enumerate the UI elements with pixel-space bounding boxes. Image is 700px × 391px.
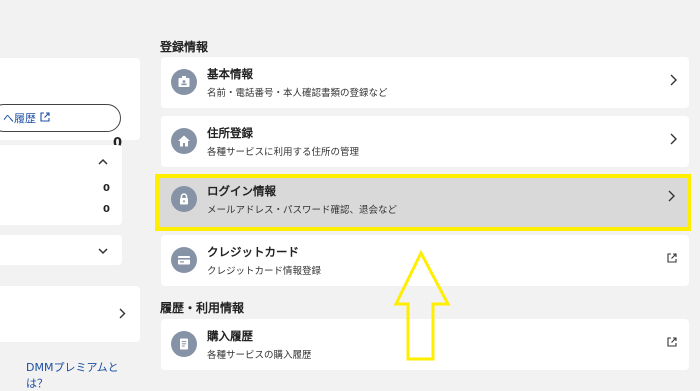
menu-item-login-info[interactable]: ログイン情報 メールアドレス・パスワード確認、退会など (155, 174, 691, 231)
menu-item-title: 基本情報 (207, 67, 253, 81)
accordion-value: 0 (103, 204, 110, 215)
chevron-right-icon (119, 308, 126, 322)
left-nav-card[interactable] (0, 286, 140, 342)
history-section-title: 履歴・利用情報 (160, 301, 245, 315)
chevron-right-icon (670, 74, 677, 90)
menu-item-address[interactable]: 住所登録 各種サービスに利用する住所の管理 (161, 116, 689, 167)
external-link-icon (667, 253, 677, 266)
chevron-right-icon (668, 190, 675, 206)
menu-item-title: クレジットカード (207, 245, 299, 259)
menu-item-subtitle: 名前・電話番号・本人確認書類の登録など (207, 88, 388, 99)
menu-item-subtitle: 各種サービスの購入履歴 (207, 350, 312, 361)
premium-link[interactable]: DMMプレミアムとは？ (26, 359, 140, 391)
receipt-icon (171, 331, 197, 357)
menu-item-subtitle: メールアドレス・パスワード確認、退会など (207, 205, 398, 216)
external-link-icon (667, 337, 677, 350)
menu-item-title: 購入履歴 (207, 329, 253, 343)
home-icon (171, 128, 197, 154)
history-button-label: へ履歴 (3, 112, 36, 125)
chevron-right-icon (670, 133, 677, 149)
accordion-collapsed[interactable] (0, 235, 122, 265)
menu-item-subtitle: 各種サービスに利用する住所の管理 (207, 147, 360, 158)
annotation-arrow-up-icon (393, 250, 451, 361)
id-card-icon (171, 69, 197, 95)
accordion-value: 0 (103, 183, 110, 194)
menu-item-title: ログイン情報 (207, 184, 276, 198)
left-panel: 0 へ履歴 0 0 DMMプレミアムとは？ (0, 0, 140, 390)
lock-icon (171, 186, 197, 212)
history-button[interactable]: へ履歴 (0, 104, 121, 132)
external-link-icon (40, 111, 50, 125)
credit-card-icon (171, 247, 197, 273)
chevron-up-icon (98, 155, 108, 168)
registration-section-title: 登録情報 (160, 40, 209, 54)
chevron-down-icon (98, 245, 108, 258)
menu-item-basic-info[interactable]: 基本情報 名前・電話番号・本人確認書類の登録など (161, 57, 689, 108)
menu-item-subtitle: クレジットカード情報登録 (207, 266, 322, 277)
accordion-expanded[interactable]: 0 0 (0, 145, 122, 225)
menu-item-title: 住所登録 (207, 126, 253, 140)
